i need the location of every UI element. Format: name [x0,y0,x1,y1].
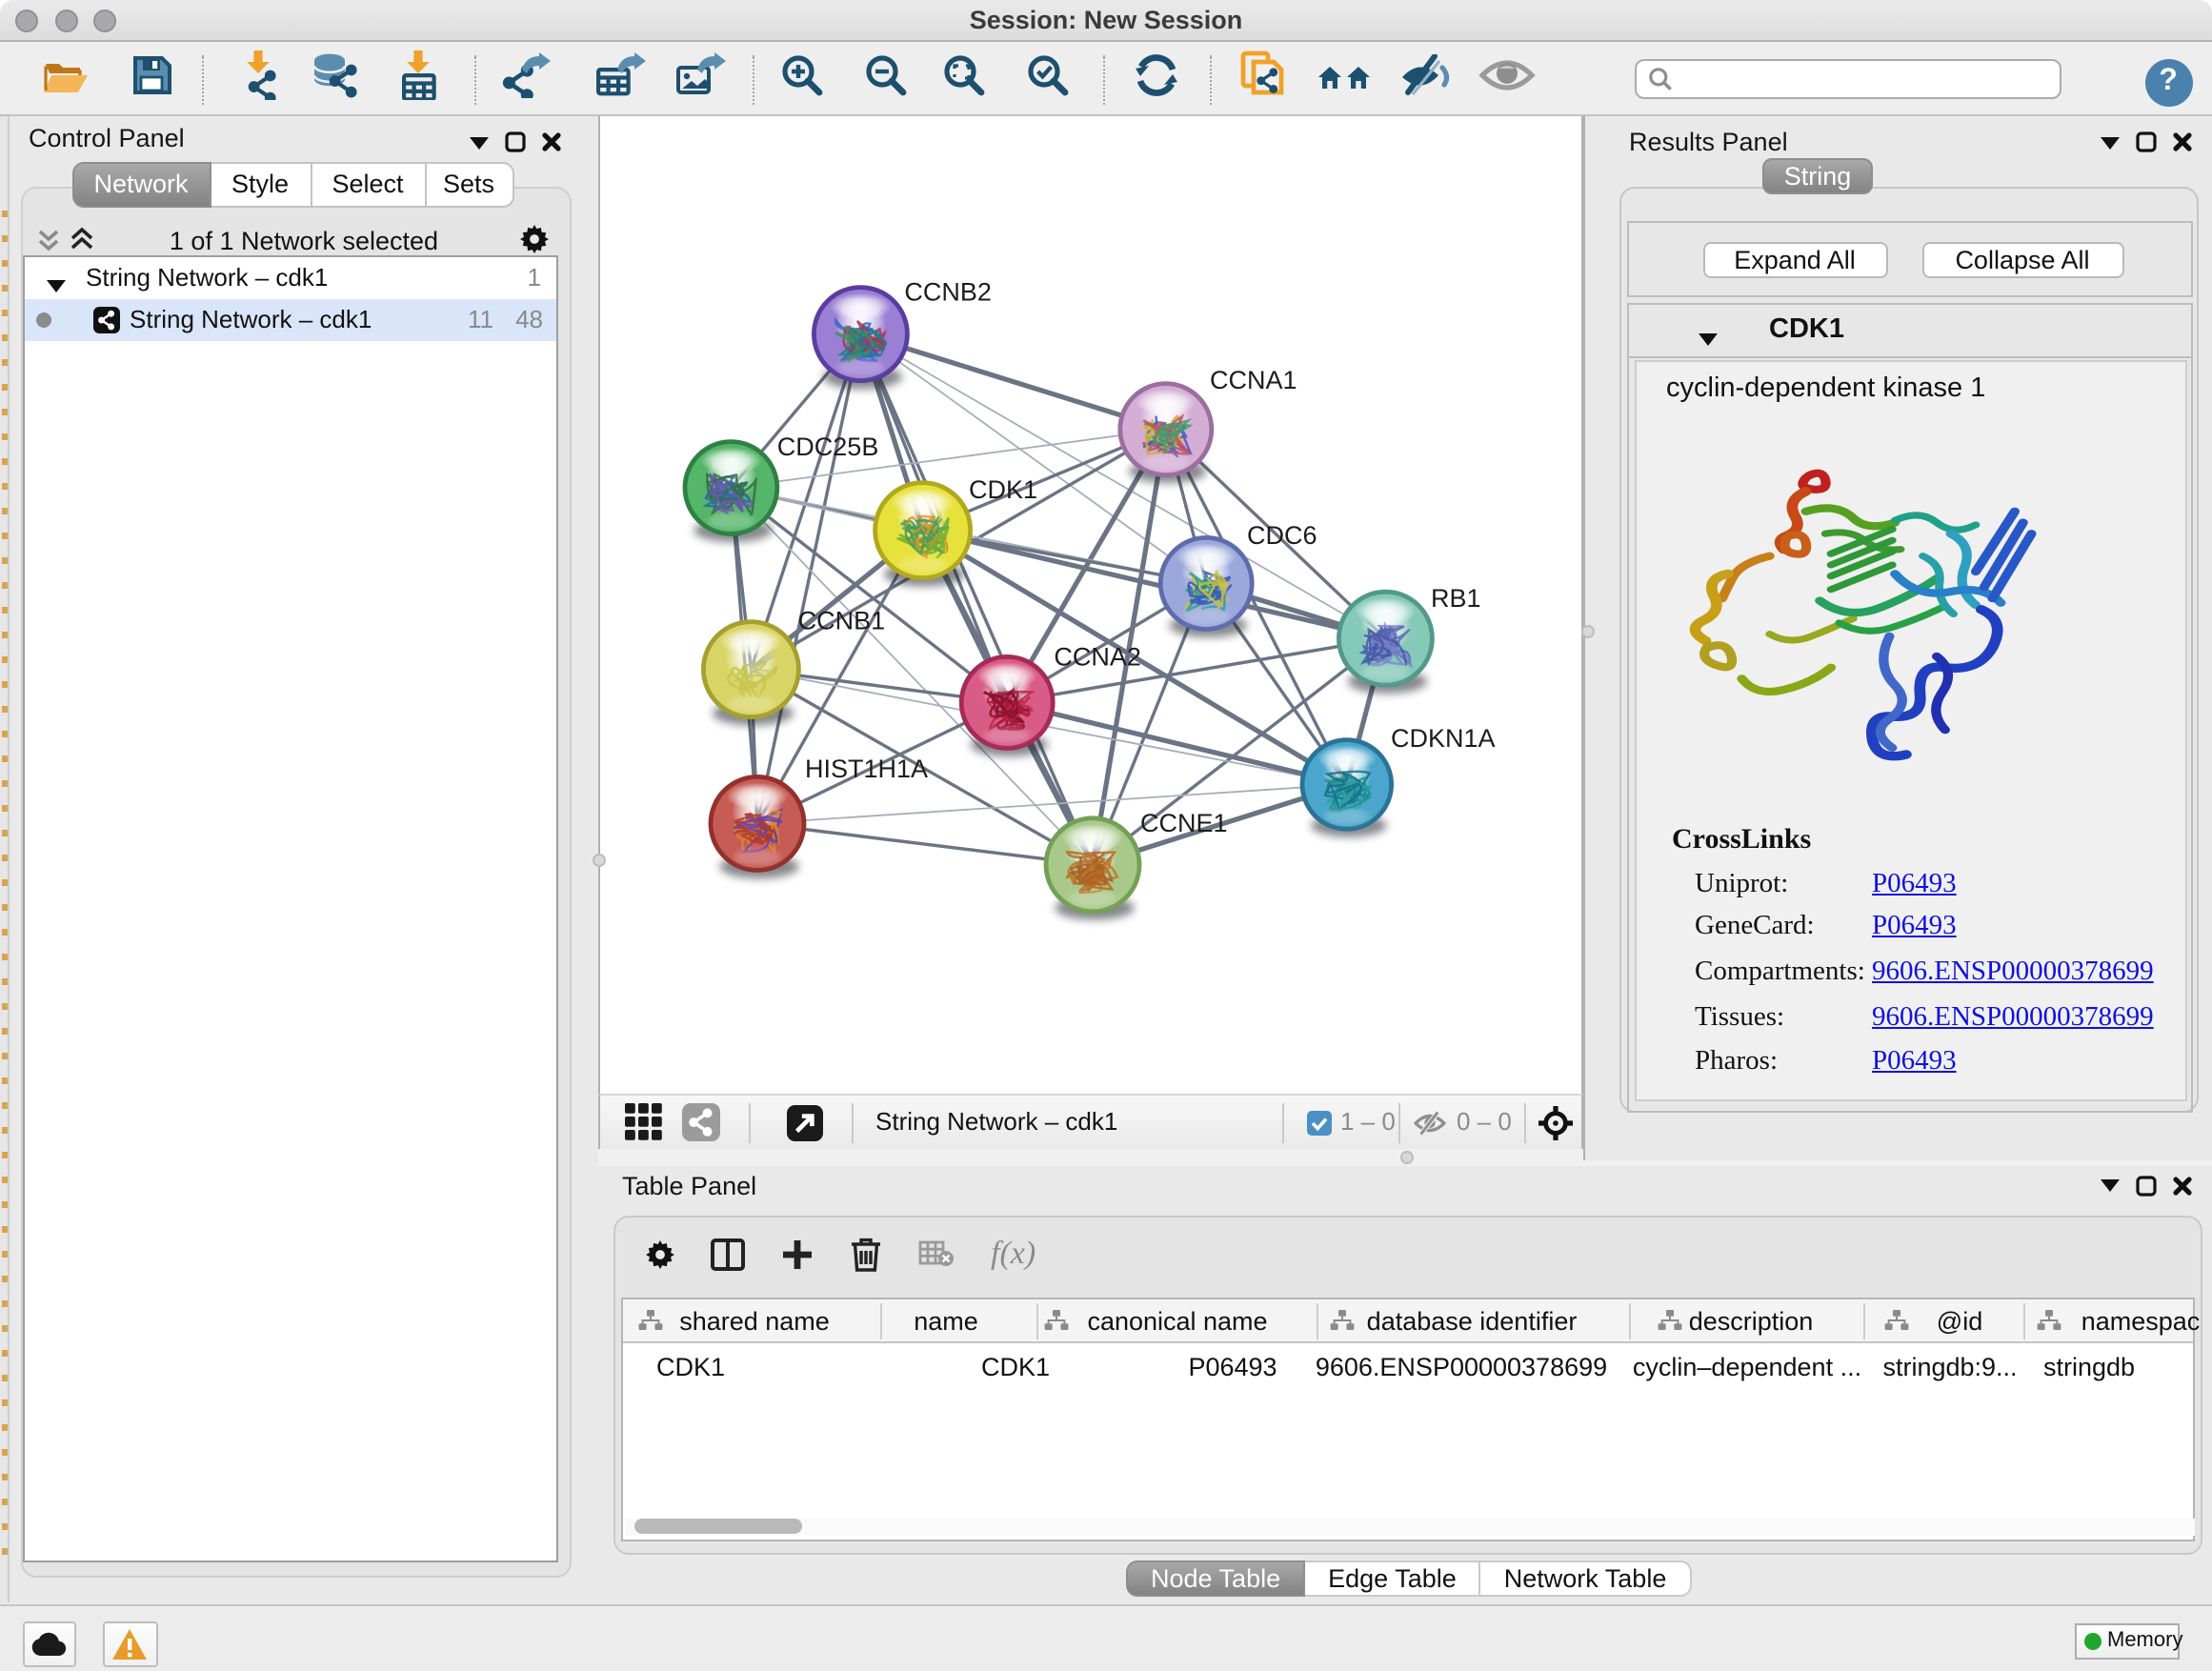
svg-text:CCNB1: CCNB1 [797,607,885,635]
svg-text:CDK1: CDK1 [968,475,1036,504]
svg-text:CDC6: CDC6 [1246,521,1317,550]
svg-text:CCNB2: CCNB2 [903,277,991,306]
svg-text:CCNE1: CCNE1 [1139,809,1227,837]
svg-text:CCNA1: CCNA1 [1209,366,1297,394]
svg-text:CDC25B: CDC25B [776,433,878,461]
svg-text:CDKN1A: CDKN1A [1390,724,1495,753]
svg-text:HIST1H1A: HIST1H1A [804,755,927,783]
svg-text:CCNA2: CCNA2 [1053,643,1140,672]
svg-text:RB1: RB1 [1430,584,1480,613]
